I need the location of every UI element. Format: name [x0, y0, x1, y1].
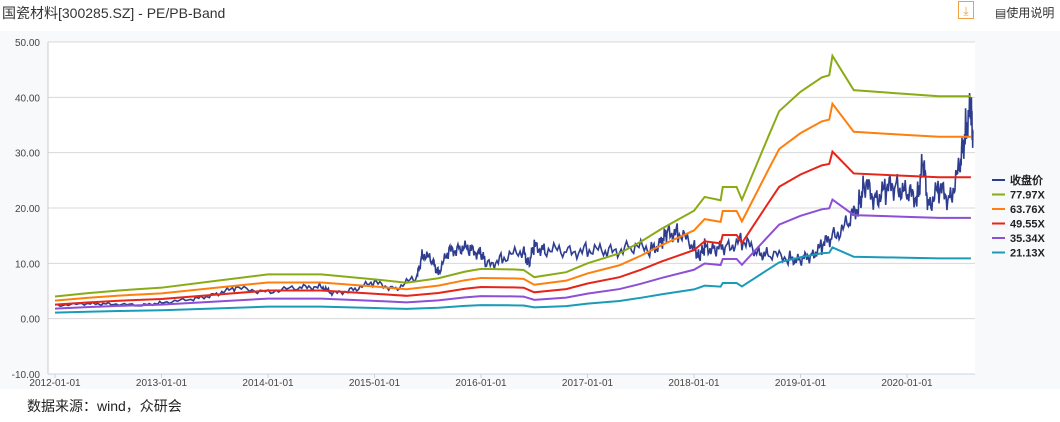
x-tick-label: 2020-01-01: [881, 378, 933, 389]
legend-label: 63.76X: [1010, 204, 1046, 216]
y-tick-label: 0.00: [21, 315, 41, 326]
data-source: 数据来源：wind，众研会: [27, 398, 182, 414]
y-tick-label: 20.00: [15, 204, 40, 215]
x-tick-label: 2019-01-01: [775, 378, 827, 389]
x-tick-label: 2012-01-01: [29, 378, 81, 389]
legend-label: 77.97X: [1010, 190, 1046, 202]
pe-band-chart: 50.0040.0030.0020.0010.000.00-10.002012-…: [12, 38, 1046, 389]
y-tick-label: 50.00: [15, 38, 40, 49]
x-tick-label: 2013-01-01: [136, 378, 188, 389]
y-tick-label: 30.00: [15, 149, 40, 160]
legend-label: 收盘价: [1010, 173, 1044, 187]
legend-label: 35.34X: [1010, 233, 1046, 245]
x-tick-label: 2017-01-01: [562, 378, 614, 389]
y-tick-label: 40.00: [15, 93, 40, 104]
x-tick-label: 2018-01-01: [668, 378, 720, 389]
x-tick-label: 2014-01-01: [242, 378, 294, 389]
legend-label: 49.55X: [1010, 219, 1046, 231]
x-tick-label: 2015-01-01: [349, 378, 401, 389]
legend-label: 21.13X: [1010, 248, 1046, 260]
y-tick-label: 10.00: [15, 259, 40, 270]
x-tick-label: 2016-01-01: [455, 378, 507, 389]
